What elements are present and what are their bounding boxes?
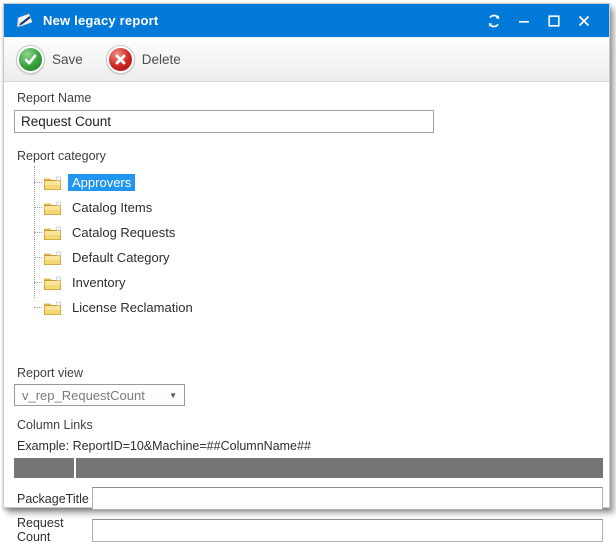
note-pencil-icon — [15, 11, 35, 31]
tree-item-default-category[interactable]: Default Category — [34, 245, 603, 270]
tree-item-label: Catalog Requests — [68, 224, 179, 241]
save-button[interactable]: Save — [17, 46, 83, 73]
folder-icon — [43, 200, 62, 216]
report-name-input[interactable] — [14, 110, 434, 133]
tree-item-catalog-items[interactable]: Catalog Items — [34, 195, 603, 220]
title-bar: New legacy report — [4, 4, 609, 37]
column-link-row-label: PackageTitle — [14, 492, 92, 506]
tree-item-label: Default Category — [68, 249, 174, 266]
save-check-icon — [17, 46, 44, 73]
table-row: Request Count — [14, 516, 603, 544]
folder-icon — [43, 275, 62, 291]
report-view-label: Report view — [17, 366, 603, 380]
save-label: Save — [52, 52, 83, 67]
tree-item-catalog-requests[interactable]: Catalog Requests — [34, 220, 603, 245]
tree-item-license-reclamation[interactable]: License Reclamation — [34, 295, 603, 320]
refresh-button[interactable] — [479, 8, 509, 34]
chevron-down-icon: ▼ — [169, 391, 177, 400]
report-category-label: Report category — [17, 149, 603, 163]
close-icon — [578, 15, 590, 27]
tree-item-label: Inventory — [68, 274, 129, 291]
tree-item-label: Catalog Items — [68, 199, 156, 216]
category-tree: Approvers Catalog Items — [34, 170, 603, 320]
minimize-button[interactable] — [509, 8, 539, 34]
folder-icon — [43, 175, 62, 191]
delete-label: Delete — [142, 52, 181, 67]
refresh-icon — [487, 14, 501, 28]
report-view-dropdown[interactable]: v_rep_RequestCount ▼ — [14, 384, 185, 406]
folder-icon — [43, 300, 62, 316]
report-view-value: v_rep_RequestCount — [22, 388, 145, 403]
delete-x-icon — [107, 46, 134, 73]
tree-item-approvers[interactable]: Approvers — [34, 170, 603, 195]
tree-item-label: License Reclamation — [68, 299, 197, 316]
folder-icon — [43, 250, 62, 266]
window-title: New legacy report — [43, 13, 479, 28]
column-links-header — [14, 458, 603, 478]
dialog-window: New legacy report — [3, 3, 610, 508]
toolbar: Save Delete — [4, 37, 609, 82]
delete-button[interactable]: Delete — [107, 46, 181, 73]
report-name-label: Report Name — [17, 91, 603, 105]
tree-item-label: Approvers — [68, 174, 135, 191]
column-links-header-name-cell — [14, 458, 76, 478]
column-link-packagetitle-input[interactable] — [92, 487, 603, 510]
folder-icon — [43, 225, 62, 241]
dialog-content: Report Name Report category Approvers — [4, 82, 609, 550]
column-links-example: Example: ReportID=10&Machine=##ColumnNam… — [17, 439, 603, 453]
column-link-request-count-row-label: Request Count — [14, 516, 92, 544]
column-links-header-link-cell — [76, 458, 603, 478]
column-links-rows: PackageTitle Request Count — [14, 487, 603, 544]
minimize-icon — [518, 15, 530, 27]
maximize-button[interactable] — [539, 8, 569, 34]
column-link-request-count-input[interactable] — [92, 519, 603, 542]
tree-item-inventory[interactable]: Inventory — [34, 270, 603, 295]
column-links-label: Column Links — [17, 418, 603, 432]
maximize-icon — [548, 15, 560, 27]
close-button[interactable] — [569, 8, 599, 34]
table-row: PackageTitle — [14, 487, 603, 510]
